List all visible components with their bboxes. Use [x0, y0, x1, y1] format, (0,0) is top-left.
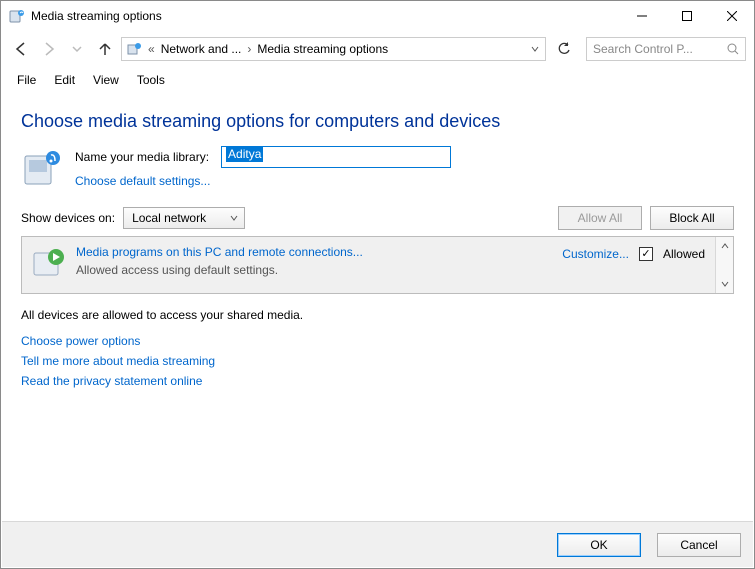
nav-toolbar: « Network and ... › Media streaming opti… — [1, 31, 754, 67]
default-settings-link[interactable]: Choose default settings... — [75, 174, 451, 188]
library-name-input[interactable]: Aditya — [221, 146, 451, 168]
breadcrumb-item[interactable]: Media streaming options — [253, 42, 392, 56]
scope-value: Local network — [132, 211, 206, 225]
related-links: Choose power options Tell me more about … — [21, 334, 734, 388]
menu-edit[interactable]: Edit — [46, 71, 83, 89]
chevron-right-icon: › — [245, 42, 253, 56]
scope-select[interactable]: Local network — [123, 207, 245, 229]
menu-view[interactable]: View — [85, 71, 127, 89]
scroll-down-button[interactable] — [716, 275, 733, 293]
back-button[interactable] — [9, 37, 33, 61]
refresh-button[interactable] — [552, 37, 576, 61]
page-title: Choose media streaming options for compu… — [21, 111, 734, 132]
library-name-label: Name your media library: — [75, 150, 209, 164]
minimize-button[interactable] — [619, 1, 664, 31]
content-area: Choose media streaming options for compu… — [1, 95, 754, 388]
allowed-checkbox[interactable]: ✓ — [639, 247, 653, 261]
maximize-button[interactable] — [664, 1, 709, 31]
learn-more-link[interactable]: Tell me more about media streaming — [21, 354, 734, 368]
chevron-down-icon — [230, 214, 238, 222]
window-title: Media streaming options — [31, 9, 619, 23]
allowed-label: Allowed — [663, 247, 705, 261]
menu-file[interactable]: File — [9, 71, 44, 89]
device-list: Media programs on this PC and remote con… — [21, 236, 734, 294]
location-icon — [122, 41, 146, 57]
menu-bar: File Edit View Tools — [1, 67, 754, 95]
show-devices-label: Show devices on: — [21, 211, 115, 225]
close-button[interactable] — [709, 1, 754, 31]
search-icon — [727, 43, 739, 55]
app-icon — [9, 8, 25, 24]
library-icon — [21, 146, 63, 188]
library-name-value: Aditya — [226, 146, 263, 162]
devices-header: Show devices on: Local network Allow All… — [21, 206, 734, 230]
device-row[interactable]: Media programs on this PC and remote con… — [22, 237, 715, 293]
block-all-button[interactable]: Block All — [650, 206, 734, 230]
footer: OK Cancel — [2, 521, 753, 567]
address-bar[interactable]: « Network and ... › Media streaming opti… — [121, 37, 546, 61]
search-box[interactable]: Search Control P... — [586, 37, 746, 61]
menu-tools[interactable]: Tools — [129, 71, 173, 89]
device-title: Media programs on this PC and remote con… — [76, 245, 552, 259]
allow-all-button[interactable]: Allow All — [558, 206, 642, 230]
window-controls — [619, 1, 754, 31]
chevron-left-icon: « — [146, 42, 157, 56]
scrollbar[interactable] — [715, 237, 733, 293]
customize-link[interactable]: Customize... — [562, 247, 629, 261]
up-button[interactable] — [93, 37, 117, 61]
library-section: Name your media library: Aditya Choose d… — [21, 146, 734, 188]
device-subtext: Allowed access using default settings. — [76, 263, 552, 277]
power-options-link[interactable]: Choose power options — [21, 334, 734, 348]
breadcrumb-item[interactable]: Network and ... — [157, 42, 246, 56]
cancel-button[interactable]: Cancel — [657, 533, 741, 557]
ok-button[interactable]: OK — [557, 533, 641, 557]
title-bar: Media streaming options — [1, 1, 754, 31]
forward-button[interactable] — [37, 37, 61, 61]
recent-locations-button[interactable] — [65, 37, 89, 61]
device-icon — [32, 245, 66, 279]
privacy-link[interactable]: Read the privacy statement online — [21, 374, 734, 388]
address-dropdown-button[interactable] — [525, 45, 545, 53]
scroll-up-button[interactable] — [716, 237, 733, 255]
search-placeholder: Search Control P... — [593, 42, 723, 56]
status-text: All devices are allowed to access your s… — [21, 308, 734, 322]
